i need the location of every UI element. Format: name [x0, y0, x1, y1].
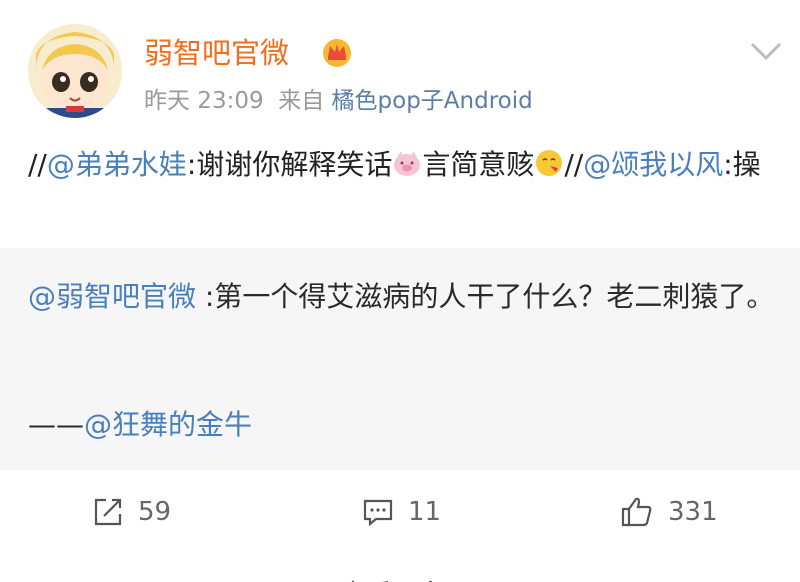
repost-count: 59 — [138, 497, 172, 527]
repost-icon — [94, 498, 122, 526]
retweet-credit: ——@狂舞的金牛 — [28, 400, 252, 450]
post-header: 弱智吧官微 昨天 23:09 来自 橘色pop子Android — [0, 0, 800, 130]
pig-emoji-icon — [392, 144, 422, 176]
post-body: //@弟弟水娃:谢谢你解释笑话 言简意赅//@颂我以风:操 — [28, 140, 778, 190]
avatar[interactable] — [28, 24, 122, 118]
repost-button[interactable]: 59 — [92, 480, 171, 544]
body-text-segment: // — [28, 148, 47, 181]
crown-icon — [320, 35, 354, 69]
retweet-box[interactable]: @弱智吧官微 :第一个得艾滋病的人干了什么？老二刺猿了。 ——@狂舞的金牛 — [0, 248, 800, 470]
body-text-segment: :谢谢你解释笑话 — [186, 148, 393, 181]
username[interactable]: 弱智吧官微 — [144, 33, 289, 73]
retweet-body: :第一个得艾滋病的人干了什么？老二刺猿了。 — [196, 280, 775, 313]
post-source[interactable]: 橘色pop子Android — [332, 88, 533, 114]
body-text-segment: // — [564, 148, 584, 181]
chevron-down-icon[interactable] — [748, 36, 784, 64]
comment-button[interactable]: 11 — [362, 480, 441, 544]
mention-link[interactable]: @颂我以风 — [583, 148, 723, 181]
post-time: 昨天 23:09 — [144, 88, 264, 114]
like-count: 331 — [668, 497, 718, 527]
post-meta: 昨天 23:09 来自 橘色pop子Android — [144, 86, 533, 116]
credit-mention[interactable]: @狂舞的金牛 — [84, 408, 252, 441]
like-button[interactable]: 331 — [620, 480, 718, 544]
body-text-segment: :操 — [723, 148, 761, 181]
kiss-emoji-icon — [534, 144, 564, 176]
credit-prefix: —— — [28, 408, 84, 441]
from-label: 来自 — [278, 88, 325, 114]
comment-count: 11 — [408, 497, 442, 527]
comment-icon — [363, 499, 393, 527]
body-text-segment: 言简意赅 — [422, 148, 535, 181]
action-bar: 59 11 331 — [0, 480, 800, 544]
more-footer: 查看更多 — [0, 560, 800, 582]
mention-link[interactable]: @弟弟水娃 — [47, 148, 187, 181]
thumbs-up-icon — [621, 497, 652, 527]
avatar-image — [28, 24, 122, 118]
retweet-text: @弱智吧官微 :第一个得艾滋病的人干了什么？老二刺猿了。 — [28, 272, 778, 322]
retweet-mention[interactable]: @弱智吧官微 — [28, 280, 196, 313]
more-link[interactable]: 查看更多 — [340, 574, 444, 582]
